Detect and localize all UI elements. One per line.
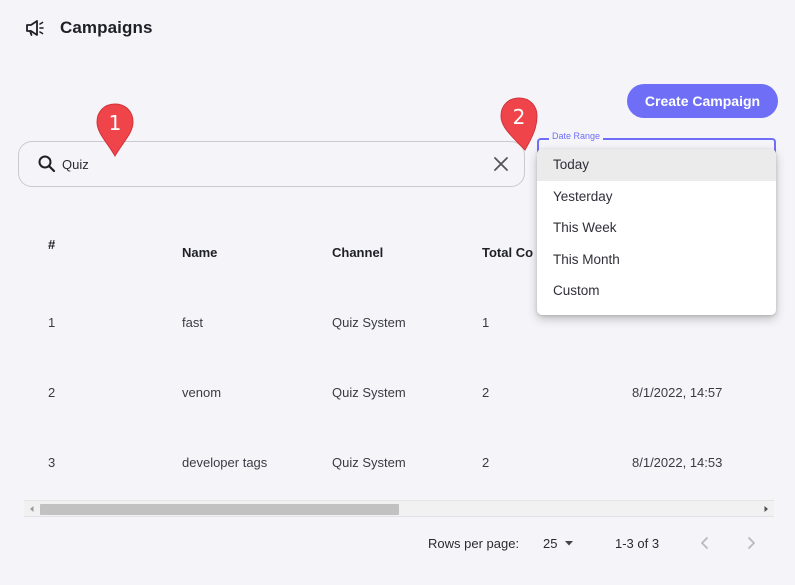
table-footer-divider (24, 516, 774, 517)
date-range-option-today[interactable]: Today (537, 149, 776, 181)
rows-per-page-label: Rows per page: (428, 535, 520, 551)
annotation-number: 2 (512, 105, 526, 129)
caret-down-icon (565, 541, 574, 546)
previous-page-icon[interactable] (696, 534, 714, 552)
date-range-option-this-month[interactable]: This Month (537, 244, 776, 276)
search-icon (38, 155, 56, 173)
date-range-option-this-week[interactable]: This Week (537, 212, 776, 244)
clear-search-icon[interactable] (492, 155, 510, 173)
annotation-number: 1 (108, 111, 122, 135)
next-page-icon[interactable] (742, 534, 760, 552)
column-header-channel[interactable]: Channel (332, 245, 383, 260)
megaphone-icon (26, 20, 44, 36)
annotation-marker-2: 2 (499, 96, 539, 152)
rows-per-page-select[interactable]: 25 (543, 533, 575, 553)
table-cell-total: 2 (482, 385, 490, 400)
column-header-total[interactable]: Total Co (482, 245, 533, 260)
table-cell-name: developer tags (182, 455, 268, 470)
page-header: Campaigns (24, 16, 153, 40)
table-cell-date: 8/1/2022, 14:57 (632, 385, 723, 400)
table-cell-channel: Quiz System (332, 385, 406, 400)
scroll-left-arrow-icon[interactable] (27, 504, 37, 514)
search-input[interactable] (62, 156, 492, 172)
table-cell-channel: Quiz System (332, 315, 406, 330)
scrollbar-thumb[interactable] (40, 504, 399, 515)
scroll-right-arrow-icon[interactable] (761, 504, 771, 514)
date-range-label: Date Range (549, 131, 604, 141)
horizontal-scrollbar[interactable] (24, 500, 774, 516)
annotation-marker-1: 1 (95, 102, 135, 158)
table-cell-number: 3 (48, 455, 56, 470)
create-campaign-button[interactable]: Create Campaign (627, 84, 778, 118)
table-cell-channel: Quiz System (332, 455, 406, 470)
page-title: Campaigns (60, 18, 153, 37)
date-range-option-yesterday[interactable]: Yesterday (537, 181, 776, 213)
table-cell-name: fast (182, 315, 203, 330)
rows-per-page-value: 25 (543, 535, 558, 551)
date-range-option-custom[interactable]: Custom (537, 275, 776, 307)
date-range-menu: Today Yesterday This Week This Month Cus… (537, 149, 776, 315)
table-cell-name: venom (182, 385, 222, 400)
table-cell-number: 1 (48, 315, 56, 330)
table-cell-total: 2 (482, 455, 490, 470)
table-cell-date: 8/1/2022, 14:53 (632, 455, 723, 470)
column-header-name[interactable]: Name (182, 245, 217, 260)
pagination-range: 1-3 of 3 (615, 535, 660, 551)
table-cell-total: 1 (482, 315, 490, 330)
column-header-number[interactable]: # (48, 237, 55, 252)
table-cell-number: 2 (48, 385, 56, 400)
